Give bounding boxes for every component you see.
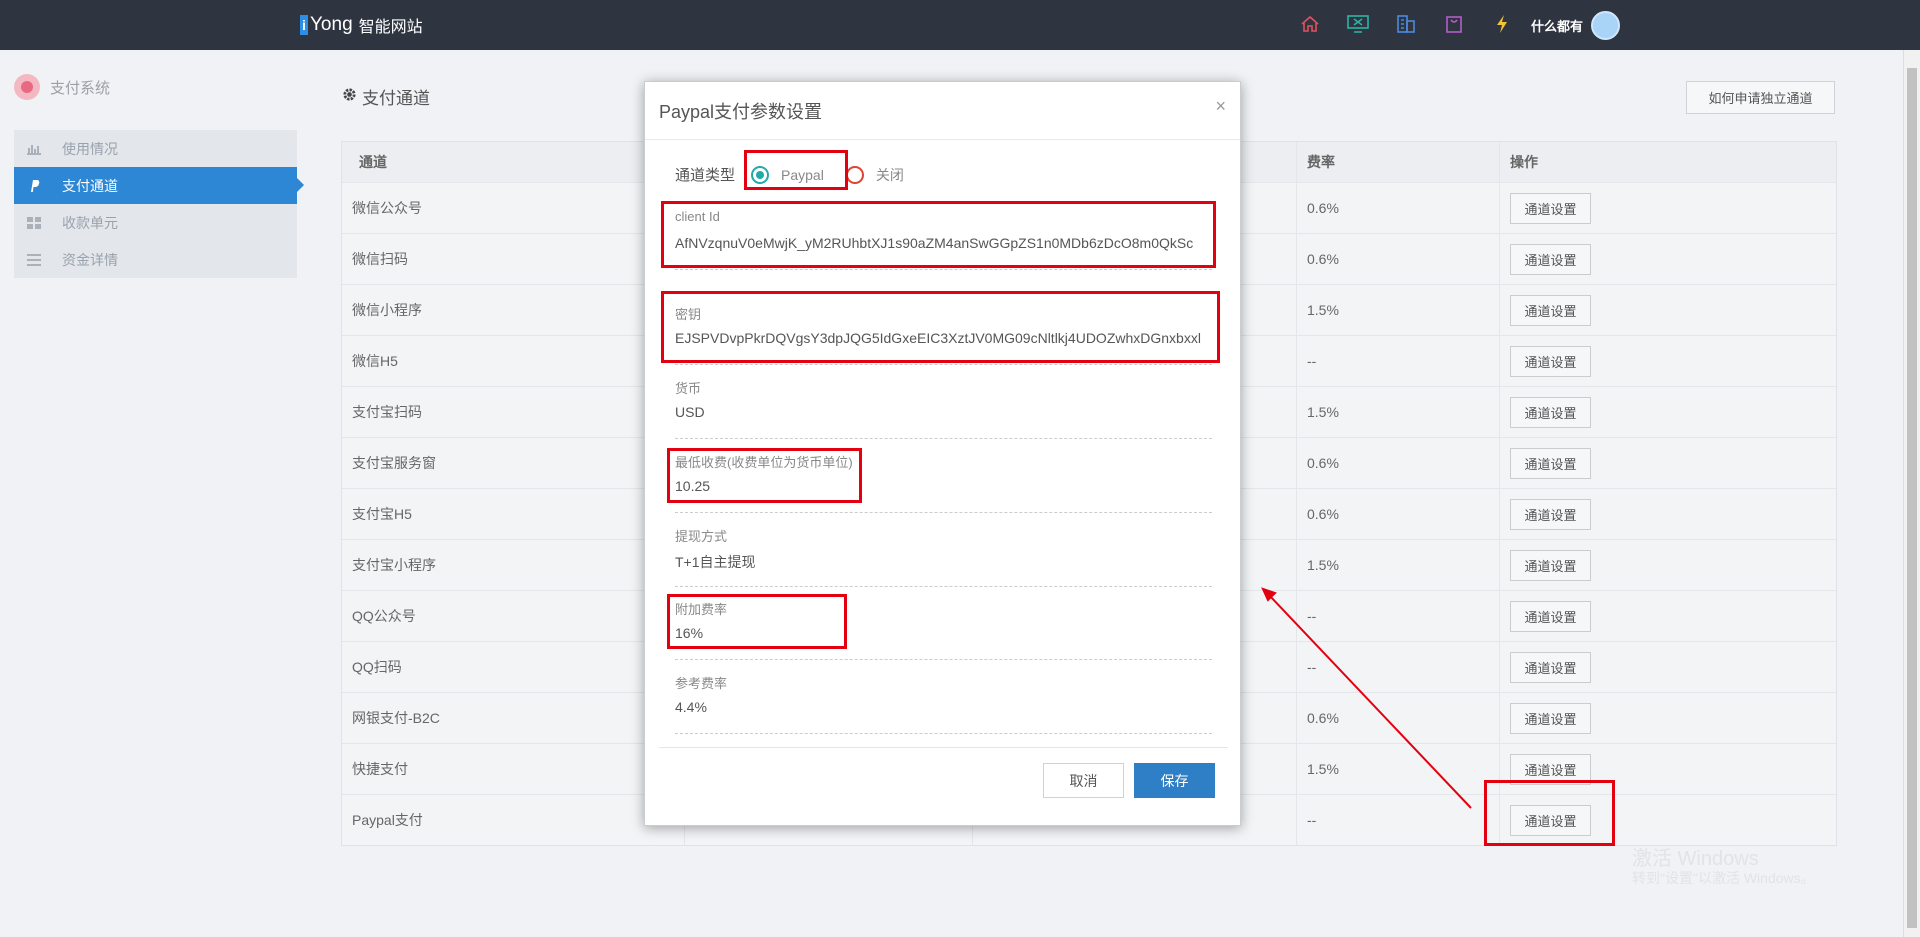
- windows-watermark-title: 激活 Windows: [1632, 848, 1759, 870]
- scrollbar-thumb[interactable]: [1907, 68, 1917, 928]
- annotation-arrow: [1261, 587, 1472, 809]
- page-scrollbar[interactable]: [1903, 50, 1920, 937]
- windows-watermark-subtitle: 转到"设置"以激活 Windows。: [1632, 870, 1815, 886]
